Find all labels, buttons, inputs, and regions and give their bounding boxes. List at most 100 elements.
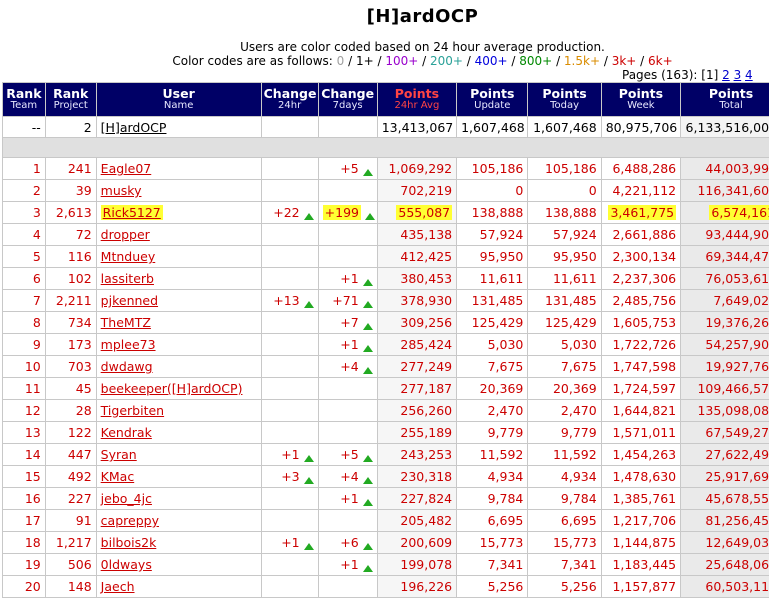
table-row: 12 28 Tigerbiten 256,260 2,470 2,470 1,644,821…: [2, 399, 769, 422]
user-link[interactable]: Kendrak: [101, 425, 152, 440]
color-code-separator: /: [418, 54, 430, 68]
user-name: 0ldways: [95, 553, 262, 576]
points-week-value: 2,485,756: [612, 293, 677, 308]
change-7days: [317, 509, 378, 532]
spacer-row: [2, 137, 769, 158]
points-today-value: 125,429: [544, 315, 597, 330]
table-row: 11 45 beekeeper([H]ardOCP) 277,187 20,369 20,…: [2, 377, 769, 400]
rank-project-value: 122: [67, 425, 92, 440]
user-link[interactable]: Jaech: [101, 579, 135, 594]
rank-team-value: 11: [24, 381, 41, 396]
points-avg-value: 378,930: [400, 293, 453, 308]
rank-team: 18: [2, 531, 46, 554]
change-24hr: [260, 487, 319, 510]
change-7days-value: +4: [340, 359, 359, 374]
change-7days-value: +1: [340, 557, 359, 572]
user-link[interactable]: capreppy: [101, 513, 159, 528]
change-24hr: [260, 399, 319, 422]
col-user-name[interactable]: User Name: [95, 82, 262, 117]
col-change-7days[interactable]: Change 7days: [317, 82, 378, 117]
user-link[interactable]: Mtnduey: [101, 249, 156, 264]
page-title: [H]ardOCP: [366, 6, 479, 27]
color-code-separator: /: [373, 54, 386, 68]
col-points-update[interactable]: Points Update: [456, 82, 529, 117]
user-link[interactable]: 0ldways: [101, 557, 152, 572]
col-rank-team[interactable]: Rank Team: [2, 82, 46, 117]
rank-project: 122: [44, 421, 97, 444]
rank-team: 3: [2, 201, 46, 224]
header-row: Rank Team Rank Project User Name Change 24hr…: [2, 82, 769, 117]
team-name-link[interactable]: [H]ardOCP: [101, 120, 167, 135]
points-update-value: 11,611: [479, 271, 524, 286]
user-link[interactable]: dropper: [101, 227, 150, 242]
col-rank-project[interactable]: Rank Project: [44, 82, 97, 117]
points-update-value: 0: [515, 183, 524, 198]
points-total: 44,003,996: [680, 157, 769, 180]
change-7days: [317, 245, 378, 268]
points-avg: 378,930: [376, 289, 458, 312]
user-link[interactable]: pjkenned: [101, 293, 158, 308]
color-code-item: 3k+: [611, 54, 637, 68]
user-link[interactable]: lassiterb: [101, 271, 154, 286]
points-today-value: 138,888: [544, 205, 597, 220]
user-link[interactable]: Tigerbiten: [101, 403, 164, 418]
points-avg-value: 702,219: [400, 183, 453, 198]
points-week: 2,661,886: [600, 223, 682, 246]
change-24hr: [260, 377, 319, 400]
user-link[interactable]: beekeeper([H]ardOCP): [101, 381, 243, 396]
up-arrow-icon: [362, 455, 373, 462]
points-update: 5,030: [456, 333, 529, 356]
user-link[interactable]: mplee73: [101, 337, 156, 352]
points-avg-value: 205,482: [400, 513, 453, 528]
points-total-value: 109,466,579: [697, 381, 769, 396]
col-points-week[interactable]: Points Week: [600, 82, 682, 117]
points-today: 95,950: [527, 245, 602, 268]
points-avg-value: 227,824: [400, 491, 453, 506]
points-total: 81,256,457: [680, 509, 769, 532]
change-24hr: [260, 267, 319, 290]
user-link[interactable]: jebo_4jc: [101, 491, 152, 506]
points-total: 27,622,490: [680, 443, 769, 466]
up-arrow-icon: [362, 477, 373, 484]
rank-team-value: 19: [24, 557, 41, 572]
page-link-4[interactable]: 4: [745, 68, 753, 82]
points-avg-value: 199,078: [400, 557, 453, 572]
rank-team: 6: [2, 267, 46, 290]
user-link[interactable]: musky: [101, 183, 142, 198]
page-link-2[interactable]: 2: [722, 68, 730, 82]
pages-label: Pages (163):: [622, 68, 698, 82]
points-update: 105,186: [456, 157, 529, 180]
table-row: 19 506 0ldways +1 199,078 7,341 7,341 1,183,445…: [2, 553, 769, 576]
user-link[interactable]: Rick5127: [100, 205, 163, 220]
col-change-24hr[interactable]: Change 24hr: [260, 82, 319, 117]
points-week: 1,144,875: [600, 531, 682, 554]
change-7days: +5: [317, 443, 378, 466]
points-week-value: 1,571,011: [612, 425, 677, 440]
points-total: 135,098,087: [680, 399, 769, 422]
points-today-value: 95,950: [552, 249, 597, 264]
rank-team-value: 16: [24, 491, 41, 506]
page-link-3[interactable]: 3: [734, 68, 742, 82]
col-points-24hr-avg[interactable]: Points 24hr Avg: [376, 82, 458, 117]
user-link[interactable]: dwdawg: [101, 359, 153, 374]
change-7days-value: +5: [340, 161, 359, 176]
col-points-today[interactable]: Points Today: [527, 82, 602, 117]
up-arrow-icon: [364, 213, 375, 220]
points-total: 69,344,477: [680, 245, 769, 268]
rank-team: 13: [2, 421, 46, 444]
user-link[interactable]: TheMTZ: [101, 315, 151, 330]
points-week-value: 6,488,286: [612, 161, 677, 176]
points-update-value: 4,934: [487, 469, 524, 484]
user-name: beekeeper([H]ardOCP): [95, 377, 262, 400]
user-link[interactable]: KMac: [101, 469, 135, 484]
user-link[interactable]: Syran: [101, 447, 137, 462]
points-total: 25,648,067: [680, 553, 769, 576]
user-link[interactable]: Eagle07: [101, 161, 152, 176]
change-7days: +71: [317, 289, 378, 312]
col-points-total[interactable]: Points Total: [680, 82, 769, 117]
user-link[interactable]: bilbois2k: [101, 535, 157, 550]
change-24hr-value: +1: [281, 535, 300, 550]
points-week-value: 2,300,134: [612, 249, 677, 264]
points-update: 138,888: [456, 201, 529, 224]
up-arrow-icon: [303, 301, 314, 308]
